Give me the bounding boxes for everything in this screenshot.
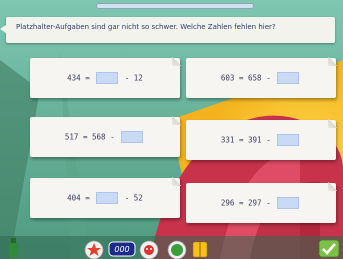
equation: 434 = - 12 <box>30 72 180 84</box>
star-icon[interactable] <box>84 240 104 259</box>
instruction-text: Platzhalter-Aufgaben sind gar nicht so s… <box>16 23 276 31</box>
equals-sign: = <box>238 135 244 145</box>
answer-input[interactable] <box>96 192 119 204</box>
term-left: 296 <box>220 198 235 208</box>
equals-sign: = <box>238 198 244 208</box>
task-card-3: 517 = 568 - <box>30 116 181 157</box>
minus-sign: - <box>266 135 271 145</box>
answer-input[interactable] <box>277 72 300 84</box>
book-icon[interactable] <box>192 241 208 258</box>
equals-sign: = <box>85 73 90 83</box>
minus-sign: - <box>266 73 271 83</box>
page-curl <box>172 57 181 66</box>
task-card-1: 434 = - 12 <box>30 57 181 98</box>
instruction-banner: Platzhalter-Aufgaben sind gar nicht so s… <box>0 17 335 43</box>
term-left: 517 <box>64 132 79 142</box>
game-scene: Platzhalter-Aufgaben sind gar nicht so s… <box>0 0 343 259</box>
minus-sign: - <box>124 193 130 203</box>
page-curl <box>172 177 181 186</box>
check-icon[interactable] <box>318 239 340 258</box>
term-left: 603 <box>220 73 235 83</box>
term-middle: 568 <box>92 132 106 142</box>
equation: 517 = 568 - <box>30 131 180 143</box>
answer-input[interactable] <box>277 134 300 146</box>
answer-input[interactable] <box>277 197 300 209</box>
top-bar <box>0 0 343 12</box>
minus-sign: - <box>110 132 115 142</box>
task-card-5: 404 = - 52 <box>30 177 181 218</box>
term-right: 52 <box>133 193 143 203</box>
equals-sign: = <box>238 73 244 83</box>
task-card-4: 331 = 391 - <box>186 119 337 160</box>
speech-pointer <box>0 23 9 35</box>
term-middle: 391 <box>248 135 262 145</box>
equals-sign: = <box>82 132 88 142</box>
equation: 331 = 391 - <box>186 134 336 146</box>
answer-input[interactable] <box>121 131 144 143</box>
term-left: 331 <box>220 135 235 145</box>
progress-bar <box>96 3 254 9</box>
term-middle: 658 <box>248 73 262 83</box>
term-right: 12 <box>133 73 143 83</box>
bottle-icon[interactable] <box>9 238 18 258</box>
task-card-6: 296 = 297 - <box>186 182 337 223</box>
page-curl <box>328 57 337 66</box>
globe-icon[interactable] <box>167 240 187 259</box>
page-curl <box>328 182 337 191</box>
term-left: 434 <box>67 73 81 83</box>
answer-input[interactable] <box>96 72 119 84</box>
task-card-2: 603 = 658 - <box>186 57 337 98</box>
term-left: 404 <box>67 193 81 203</box>
equation: 404 = - 52 <box>30 192 180 204</box>
face-icon[interactable] <box>139 240 159 259</box>
equation: 603 = 658 - <box>186 72 336 84</box>
equation: 296 = 297 - <box>186 197 336 209</box>
equals-sign: = <box>85 193 90 203</box>
counter-label: 000 <box>114 245 129 254</box>
minus-sign: - <box>124 73 130 83</box>
minus-sign: - <box>266 198 271 208</box>
footer-toolbar: 000 <box>9 238 340 259</box>
page-curl <box>172 116 181 125</box>
term-middle: 297 <box>248 198 262 208</box>
page-curl <box>328 119 337 128</box>
counter-icon[interactable]: 000 <box>108 241 136 257</box>
